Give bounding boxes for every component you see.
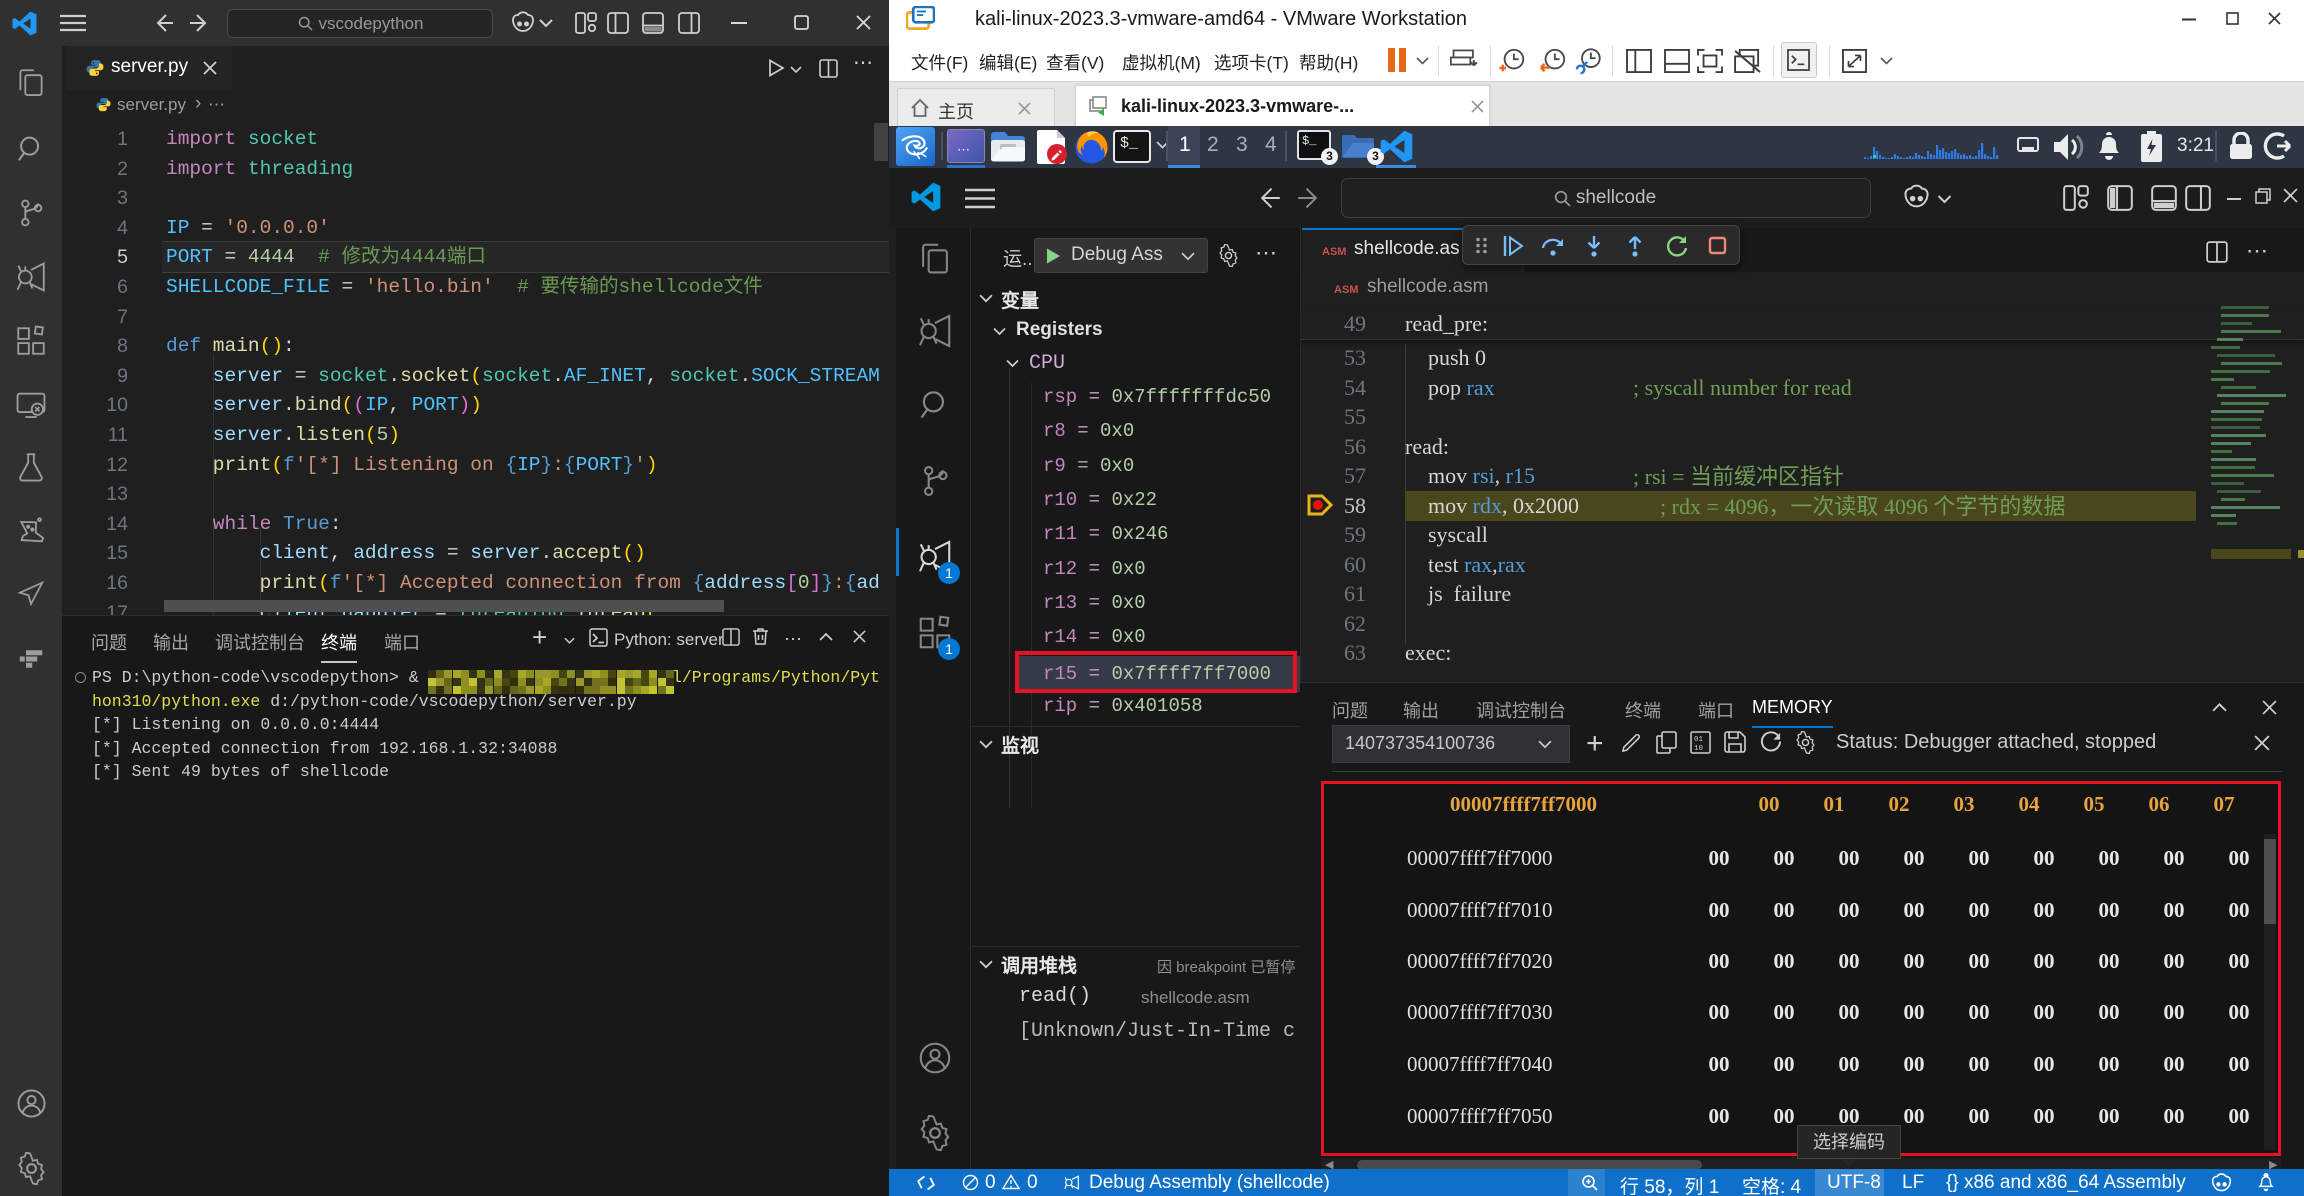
svg-text:01: 01 — [1694, 736, 1704, 744]
svg-text:10: 10 — [1694, 745, 1704, 753]
